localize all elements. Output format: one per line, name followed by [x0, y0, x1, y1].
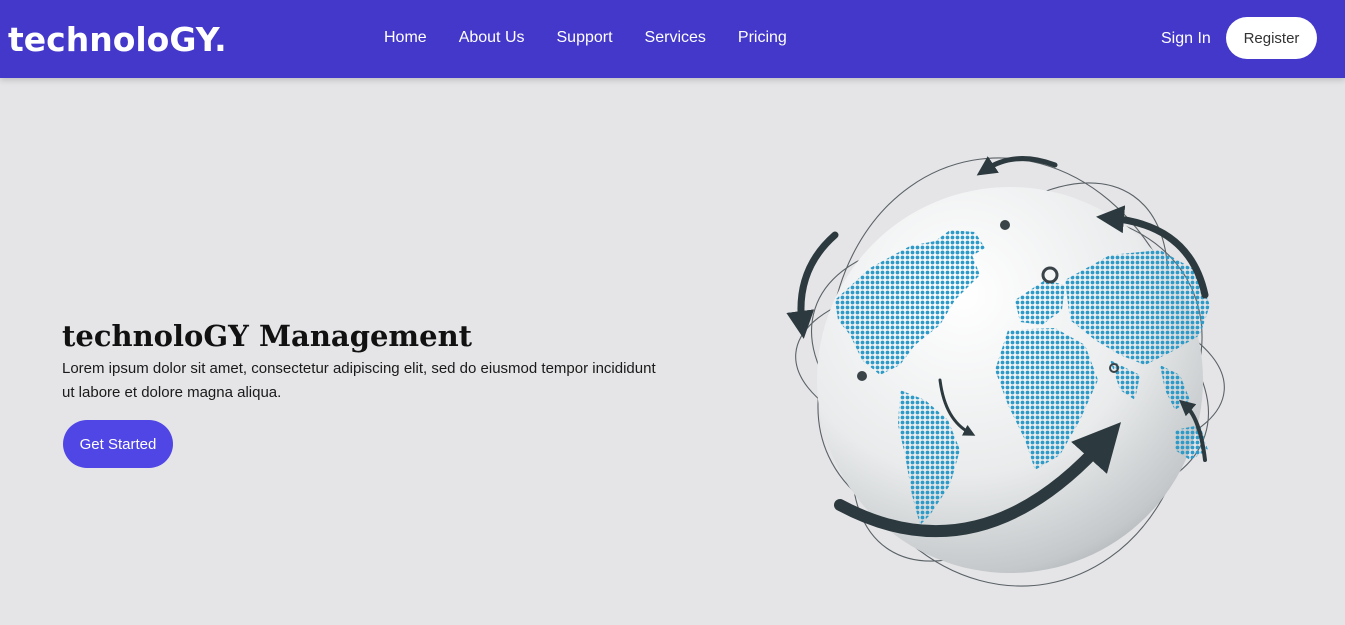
get-started-button[interactable]: Get Started	[63, 420, 173, 468]
nav-link-pricing[interactable]: Pricing	[738, 28, 787, 48]
nav-link-services[interactable]: Services	[645, 28, 706, 48]
top-navbar: technoloGY. Home About Us Support Servic…	[0, 0, 1345, 78]
nav-link-home[interactable]: Home	[384, 28, 427, 48]
nav-link-about-us[interactable]: About Us	[459, 28, 525, 48]
globe-network-icon	[780, 150, 1240, 595]
sign-in-link[interactable]: Sign In	[1161, 29, 1211, 49]
hero-description: Lorem ipsum dolor sit amet, consectetur …	[62, 360, 656, 401]
main-nav: Home About Us Support Services Pricing	[384, 28, 819, 48]
hero-title: technoloGY Management	[62, 319, 473, 353]
register-button[interactable]: Register	[1226, 17, 1317, 59]
nav-link-support[interactable]: Support	[557, 28, 613, 48]
brand-logo[interactable]: technoloGY.	[8, 20, 227, 60]
